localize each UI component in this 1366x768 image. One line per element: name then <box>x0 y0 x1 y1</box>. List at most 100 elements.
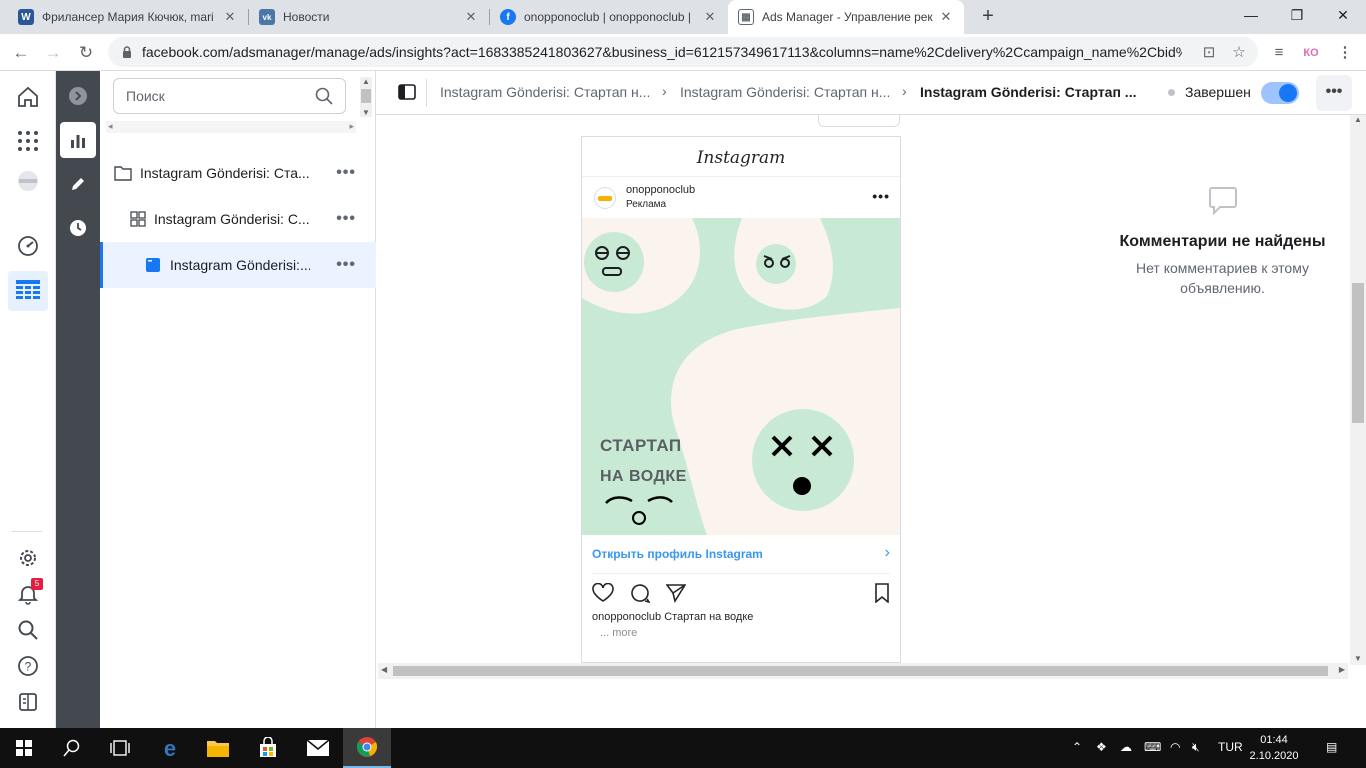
input-indicator-icon[interactable]: ⌨ <box>1144 740 1161 754</box>
account-avatar-icon[interactable] <box>12 165 44 197</box>
scroll-down-arrow-icon[interactable]: ▼ <box>1350 654 1366 663</box>
report-issue-icon[interactable] <box>12 686 44 718</box>
settings-gear-icon[interactable] <box>12 542 44 574</box>
tree-row-ad[interactable]: Instagram Gönderisi:... ••• <box>100 242 376 288</box>
scroll-right-arrow-icon[interactable]: ▸ <box>349 121 354 132</box>
caption-username: onopponoclub <box>592 611 662 623</box>
ad-on-off-toggle[interactable] <box>1261 82 1299 104</box>
content-horizontal-scrollbar[interactable]: ◀ ▶ <box>378 663 1348 679</box>
breadcrumb-campaign[interactable]: Instagram Gönderisi: Стартап н... <box>440 84 650 100</box>
instagram-wordmark: Instagram <box>582 137 900 177</box>
tab-close-icon[interactable]: ✕ <box>702 9 718 25</box>
mail-icon[interactable] <box>294 728 342 768</box>
translate-icon[interactable]: ⊡ <box>1198 42 1220 64</box>
task-view-icon[interactable] <box>96 728 144 768</box>
post-options-icon[interactable]: ••• <box>872 188 890 204</box>
more-actions-button[interactable]: ••• <box>1316 75 1352 111</box>
scroll-left-arrow-icon[interactable]: ◀ <box>381 665 387 674</box>
scroll-thumb[interactable] <box>393 666 1328 676</box>
scroll-up-arrow-icon[interactable]: ▲ <box>360 77 372 86</box>
browser-tab-ads-manager[interactable]: ▦ Ads Manager - Управление рек ✕ <box>728 0 964 34</box>
chrome-menu-icon[interactable]: ⋮ <box>1334 42 1356 64</box>
onedrive-icon[interactable]: ☁ <box>1120 740 1132 754</box>
like-heart-icon[interactable] <box>592 583 614 603</box>
share-paper-plane-icon[interactable] <box>666 583 686 603</box>
post-caption: onopponoclub Стартап на водке <box>592 611 753 623</box>
minimize-button[interactable]: — <box>1228 0 1274 32</box>
bookmark-star-icon[interactable]: ☆ <box>1228 42 1250 64</box>
scroll-up-arrow-icon[interactable]: ▲ <box>1350 115 1366 124</box>
network-wifi-icon[interactable]: ◠ <box>1170 740 1180 754</box>
instagram-ad-preview: Instagram onopponoclub Реклама ••• СТАРТ… <box>581 136 901 663</box>
close-window-button[interactable]: ✕ <box>1320 0 1366 32</box>
dropbox-icon[interactable]: ❖ <box>1096 740 1107 754</box>
volume-muted-icon[interactable]: 🔇︎ <box>1192 740 1200 755</box>
creative-text-line1: СТАРТАП <box>600 436 682 455</box>
tree-search-input[interactable]: Поиск <box>113 78 346 114</box>
tree-row-label: Instagram Gönderisi:... <box>170 257 310 273</box>
preview-toolbar-stub <box>818 115 900 127</box>
breadcrumb-adset[interactable]: Instagram Gönderisi: Стартап н... <box>680 84 890 100</box>
search-placeholder: Поиск <box>126 88 165 104</box>
back-button[interactable]: ← <box>8 40 34 66</box>
tree-row-adset[interactable]: Instagram Gönderisi: С... ••• <box>100 196 376 242</box>
chrome-taskbar-icon[interactable] <box>343 728 391 768</box>
taskbar-search-icon[interactable] <box>48 728 96 768</box>
edge-browser-icon[interactable]: e <box>146 728 194 768</box>
playlist-icon[interactable]: ≡ <box>1268 42 1290 64</box>
store-icon[interactable] <box>244 728 292 768</box>
save-bookmark-icon[interactable] <box>874 583 890 603</box>
file-explorer-icon[interactable] <box>194 728 242 768</box>
account-avatar <box>594 187 616 209</box>
folder-icon <box>114 166 132 181</box>
help-icon[interactable]: ? <box>12 650 44 682</box>
forward-button[interactable]: → <box>40 40 66 66</box>
reload-button[interactable]: ↻ <box>73 40 99 66</box>
tab-close-icon[interactable]: ✕ <box>938 9 954 25</box>
scroll-left-arrow-icon[interactable]: ◂ <box>108 121 113 132</box>
caption-more-link[interactable]: ... more <box>600 627 637 639</box>
ads-manager-table-icon[interactable] <box>8 271 48 311</box>
apps-grid-icon[interactable] <box>12 125 44 157</box>
tree-row-campaign[interactable]: Instagram Gönderisi: Ста... ••• <box>100 150 376 196</box>
scroll-thumb[interactable] <box>361 89 371 103</box>
new-tab-button[interactable]: + <box>976 5 1000 29</box>
insights-chart-icon[interactable] <box>60 122 96 158</box>
tab-close-icon[interactable]: ✕ <box>222 9 238 25</box>
expand-panel-icon[interactable] <box>60 78 96 114</box>
performance-gauge-icon[interactable] <box>12 230 44 262</box>
cta-label: Открыть профиль Instagram <box>592 547 763 561</box>
browser-tabstrip: W Фрилансер Мария Кючюк, mari ✕ vk Новос… <box>0 0 1366 34</box>
more-options-icon[interactable]: ••• <box>336 164 356 182</box>
tree-vertical-scrollbar[interactable]: ▲ ▼ <box>360 77 372 117</box>
toggle-sidebar-icon[interactable] <box>398 84 416 103</box>
edit-pencil-icon[interactable] <box>60 166 96 202</box>
browser-tab-news[interactable]: vk Новости ✕ <box>249 0 489 34</box>
more-options-icon[interactable]: ••• <box>336 210 356 228</box>
scroll-down-arrow-icon[interactable]: ▼ <box>360 108 372 117</box>
content-vertical-scrollbar[interactable]: ▲ ▼ <box>1350 115 1366 665</box>
search-icon[interactable] <box>12 614 44 646</box>
tab-close-icon[interactable]: ✕ <box>463 9 479 25</box>
comment-bubble-icon[interactable] <box>630 583 650 603</box>
scroll-thumb[interactable] <box>1352 283 1364 423</box>
language-indicator[interactable]: TUR <box>1218 740 1243 754</box>
scroll-right-arrow-icon[interactable]: ▶ <box>1339 665 1345 674</box>
more-options-icon[interactable]: ••• <box>336 256 356 274</box>
browser-tab-freelancer[interactable]: W Фрилансер Мария Кючюк, mari ✕ <box>8 0 248 34</box>
account-username: onopponoclub <box>626 184 696 196</box>
home-icon[interactable] <box>12 81 44 113</box>
restore-button[interactable]: ❐ <box>1274 0 1320 32</box>
profile-avatar[interactable]: КО <box>1298 42 1324 64</box>
action-center-icon[interactable]: ▤ <box>1326 740 1337 754</box>
start-windows-icon[interactable] <box>0 728 48 768</box>
open-profile-cta[interactable]: Открыть профиль Instagram › <box>592 535 890 574</box>
history-clock-icon[interactable] <box>60 210 96 246</box>
tree-horizontal-scrollbar[interactable]: ◂ ▸ <box>106 121 356 133</box>
show-hidden-icons-chevron-icon[interactable]: ⌃ <box>1072 740 1082 754</box>
taskbar-clock[interactable]: 01:44 2.10.2020 <box>1246 732 1302 764</box>
browser-tab-onopponoclub[interactable]: f onopponoclub | onopponoclub | ✕ <box>490 0 728 34</box>
campaign-tree-panel: Поиск ▲ ▼ ◂ ▸ Instagram Gönderisi: Ста..… <box>100 71 376 728</box>
address-bar[interactable]: facebook.com/adsmanager/manage/ads/insig… <box>108 37 1258 67</box>
svg-text:?: ? <box>25 660 32 674</box>
